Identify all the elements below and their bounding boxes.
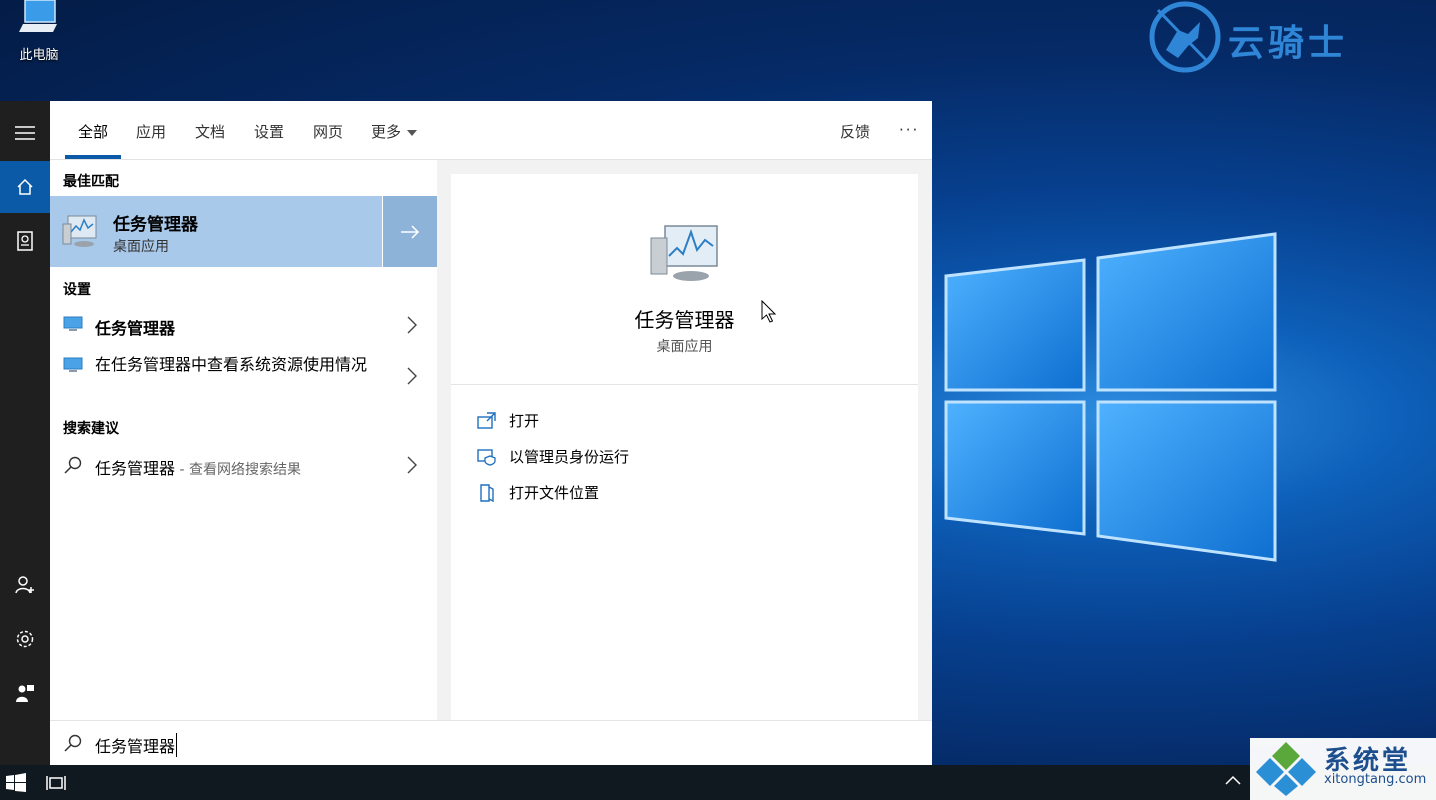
- suggestion-hint: - 查看网络搜索结果: [175, 462, 301, 478]
- computer-icon: [19, 0, 59, 36]
- monitor-icon: [63, 357, 83, 372]
- action-open-label: 打开: [509, 412, 540, 430]
- tab-all[interactable]: 全部: [78, 121, 108, 142]
- tab-more-label: 更多: [371, 123, 402, 141]
- best-match-subtitle: 桌面应用: [113, 239, 169, 255]
- action-open-file-location-label: 打开文件位置: [509, 484, 600, 502]
- action-open-file-location[interactable]: 打开文件位置: [477, 482, 599, 503]
- chevron-right-icon: [407, 367, 417, 385]
- task-view-button[interactable]: [46, 773, 66, 797]
- watermark-url: xitongtang.com: [1324, 772, 1427, 787]
- settings-result-item[interactable]: 任务管理器: [50, 308, 437, 344]
- tab-apps[interactable]: 应用: [136, 121, 166, 142]
- hamburger-icon: [15, 126, 35, 140]
- start-button[interactable]: [6, 773, 26, 797]
- action-open[interactable]: 打开: [477, 410, 539, 431]
- arrow-right-icon: [401, 224, 420, 239]
- chevron-right-icon: [407, 316, 417, 334]
- task-manager-icon: [62, 215, 97, 247]
- settings-result-label: 任务管理器: [95, 319, 176, 338]
- caret-down-icon: [407, 129, 418, 136]
- desktop-icon-this-pc[interactable]: 此电脑: [12, 0, 66, 63]
- tab-more[interactable]: 更多: [371, 121, 418, 142]
- search-input[interactable]: 任务管理器: [95, 733, 178, 757]
- suggestion-label: 任务管理器: [95, 459, 176, 478]
- task-manager-large-icon: [650, 225, 718, 281]
- add-user-icon: [15, 576, 34, 594]
- tab-settings[interactable]: 设置: [254, 121, 284, 142]
- active-tab-indicator: [65, 155, 121, 159]
- feedback-rail-button[interactable]: [0, 667, 50, 719]
- search-icon: [64, 456, 82, 474]
- tab-documents[interactable]: 文档: [195, 121, 225, 142]
- gear-icon: [16, 630, 34, 648]
- action-run-as-admin-label: 以管理员身份运行: [509, 448, 630, 466]
- file-location-icon: [480, 483, 494, 502]
- windows-start-icon: [6, 773, 26, 792]
- desktop-icon-label: 此电脑: [19, 48, 59, 63]
- monitor-icon: [63, 316, 83, 331]
- show-hidden-icons-button[interactable]: [1225, 774, 1241, 790]
- more-options-button[interactable]: ···: [899, 121, 919, 139]
- taskbar: [0, 765, 1436, 800]
- best-match-title: 任务管理器: [113, 215, 198, 235]
- results-list: 最佳匹配 任务管理器 桌面应用 设置 任务管理器 在任务管理器中查看系统资源使用…: [50, 160, 437, 720]
- watermark-logo: 系统堂 xitongtang.com: [1250, 738, 1436, 800]
- settings-result-label: 在任务管理器中查看系统资源使用情况: [95, 355, 368, 374]
- feedback-link[interactable]: 反馈: [840, 121, 870, 142]
- preview-divider: [451, 384, 918, 385]
- knight-icon: [1149, 1, 1221, 73]
- web-suggestion-item[interactable]: 任务管理器 - 查看网络搜索结果: [50, 448, 437, 484]
- action-run-as-admin[interactable]: 以管理员身份运行: [477, 446, 629, 467]
- windows-wallpaper-logo: [944, 232, 1277, 562]
- preview-title: 任务管理器: [634, 308, 735, 332]
- task-view-icon: [46, 776, 66, 790]
- open-external-icon: [477, 411, 496, 429]
- settings-button[interactable]: [0, 613, 50, 665]
- notebook-button[interactable]: [0, 215, 50, 267]
- search-panel: 全部 应用 文档 设置 网页 更多 反馈 ··· 最佳匹配 任务管理器 桌面应用…: [50, 101, 932, 766]
- diamond-logo-icon: [1256, 742, 1316, 796]
- settings-result-item[interactable]: 在任务管理器中查看系统资源使用情况: [50, 350, 437, 398]
- brand-logo-text: 云骑士: [1228, 22, 1349, 64]
- search-tabs-bar: 全部 应用 文档 设置 网页 更多 反馈 ···: [50, 101, 932, 160]
- notebook-icon: [17, 231, 33, 251]
- start-rail: [0, 101, 50, 765]
- hamburger-menu-button[interactable]: [0, 107, 50, 159]
- preview-pane: 任务管理器 桌面应用 打开 以管理员身份运行 打开文件位置: [451, 174, 918, 720]
- brand-logo: 云骑士: [1148, 0, 1408, 74]
- home-icon: [17, 178, 33, 195]
- preview-subtitle: 桌面应用: [656, 339, 713, 355]
- best-match-item[interactable]: 任务管理器 桌面应用: [50, 196, 437, 267]
- account-button[interactable]: [0, 559, 50, 611]
- shield-icon: [477, 448, 496, 466]
- suggestion-text: 任务管理器 - 查看网络搜索结果: [95, 455, 301, 479]
- search-icon: [64, 734, 82, 752]
- tab-web[interactable]: 网页: [313, 121, 343, 142]
- home-button[interactable]: [0, 161, 50, 213]
- settings-heading: 设置: [63, 282, 91, 298]
- mouse-cursor-icon: [761, 300, 777, 323]
- feedback-person-icon: [16, 685, 34, 702]
- search-box[interactable]: 任务管理器: [50, 720, 932, 766]
- chevron-up-icon: [1225, 775, 1241, 785]
- open-preview-button[interactable]: [382, 196, 437, 267]
- search-suggestions-heading: 搜索建议: [63, 421, 119, 437]
- chevron-right-icon: [407, 456, 417, 474]
- best-match-heading: 最佳匹配: [63, 174, 119, 190]
